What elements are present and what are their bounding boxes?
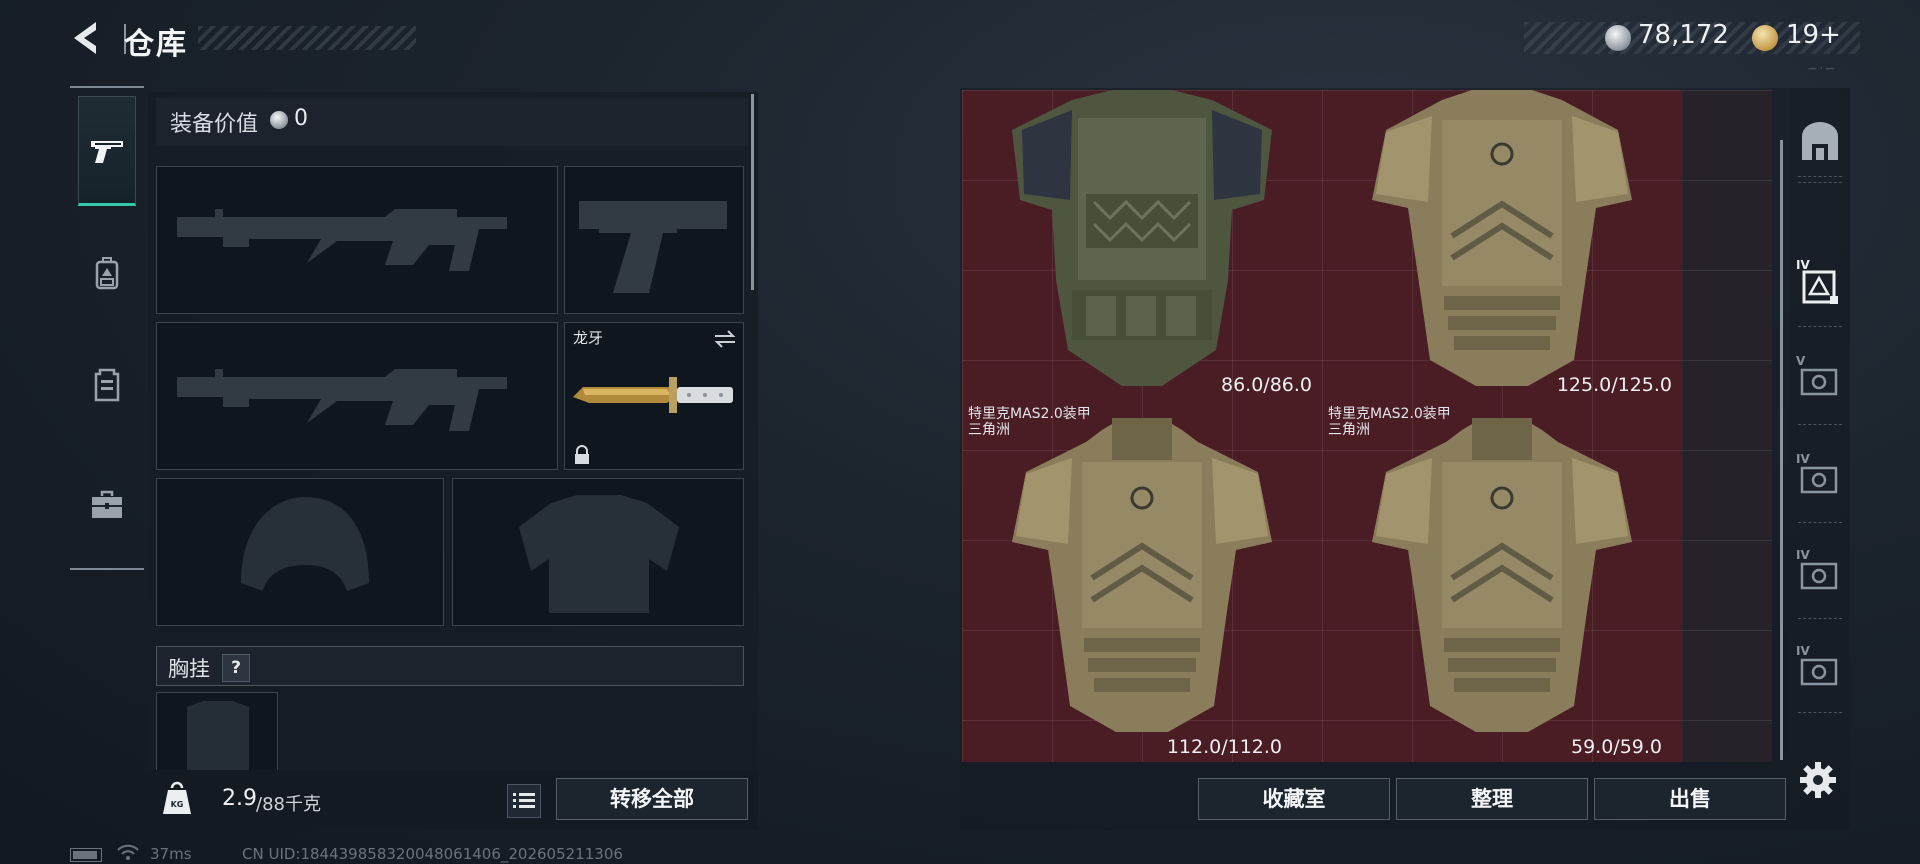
gear-icon <box>1800 762 1836 798</box>
tier-label: IV <box>1796 258 1810 272</box>
stash-item-4[interactable]: 特里克MAS2.0装甲 三角洲 59.0/59.0 <box>1322 402 1682 762</box>
filter-tier-iv-2[interactable]: IV <box>1796 452 1844 504</box>
primary-weapon-slot-2[interactable] <box>156 322 558 470</box>
header-mark: — · — <box>1808 64 1835 74</box>
knife-icon <box>573 377 733 413</box>
list-icon <box>513 793 535 808</box>
equipment-value-label: 装备价值 <box>170 112 259 137</box>
filter-divider <box>1798 618 1842 619</box>
filter-divider <box>1798 326 1842 327</box>
svg-text:KG: KG <box>171 800 184 809</box>
stash-item-1[interactable]: 86.0/86.0 <box>962 90 1322 400</box>
uid-text: CN UID:18443985832004806140​6_2026052113… <box>242 845 623 863</box>
primary-weapon-slot-1[interactable] <box>156 166 558 314</box>
list-view-button[interactable] <box>507 784 541 818</box>
stash-item-2[interactable]: 125.0/125.0 <box>1322 90 1682 400</box>
transfer-all-button[interactable]: 转移全部 <box>556 778 748 820</box>
stash-grid-empty-cells <box>1682 90 1772 762</box>
tab-cases[interactable] <box>78 450 136 560</box>
rifle-silhouette-icon <box>177 209 507 271</box>
swap-icon[interactable] <box>713 329 737 349</box>
stash-scrollbar[interactable] <box>1780 140 1783 760</box>
chest-rig-slot[interactable] <box>156 692 278 772</box>
armor-slot[interactable] <box>452 478 744 626</box>
item-durability: 86.0/86.0 <box>1220 374 1312 396</box>
briefcase-icon <box>92 490 122 518</box>
equipment-scrollbar[interactable] <box>751 94 754 290</box>
filter-tier-iv[interactable]: IV <box>1796 258 1844 310</box>
item-durability: 59.0/59.0 <box>1570 736 1662 758</box>
melee-weapon-name: 龙牙 <box>573 329 604 347</box>
ping-text: 37ms <box>150 845 192 863</box>
filter-divider <box>1798 182 1842 183</box>
green-armor-icon <box>1012 90 1272 386</box>
filter-divider <box>1798 424 1842 425</box>
item-durability: 125.0/125.0 <box>1556 374 1672 396</box>
melee-slot[interactable]: 龙牙 <box>564 322 744 470</box>
tier-label: IV <box>1796 644 1810 658</box>
rifle-silhouette-icon <box>177 369 507 431</box>
filter-all-armor[interactable] <box>1796 118 1844 194</box>
silver-coin-icon <box>270 111 288 129</box>
tier-label: V <box>1796 354 1806 368</box>
filter-divider <box>1798 522 1842 523</box>
backpack-icon <box>95 257 119 290</box>
silver-coin-icon <box>1605 25 1631 51</box>
silver-currency-value: 78,172 <box>1638 20 1729 50</box>
help-icon[interactable]: ? <box>222 654 250 682</box>
pistol-slot[interactable] <box>564 166 744 314</box>
lock-icon <box>575 445 589 464</box>
gold-coin-icon <box>1752 25 1778 51</box>
collection-room-button[interactable]: 收藏室 <box>1198 778 1390 820</box>
stash-item-3[interactable]: 特里克MAS2.0装甲 三角洲 112.0/112.0 <box>962 402 1322 762</box>
sell-button[interactable]: 出售 <box>1594 778 1786 820</box>
battery-icon <box>70 848 102 862</box>
page-title: 仓库 <box>124 27 188 62</box>
helmet-slot[interactable] <box>156 478 444 626</box>
equipment-value: 0 <box>294 106 308 131</box>
tabs-bottom-line <box>70 568 144 570</box>
tier-label: IV <box>1796 452 1810 466</box>
pistol-silhouette-icon <box>579 201 727 293</box>
back-arrow-icon <box>74 22 96 54</box>
organize-button[interactable]: 整理 <box>1396 778 1588 820</box>
tab-backpack[interactable] <box>78 218 136 328</box>
armor-silhouette-icon <box>519 495 679 613</box>
item-durability: 112.0/112.0 <box>1166 736 1282 758</box>
tab-vest[interactable] <box>78 330 136 440</box>
filter-tier-iv-4[interactable]: IV <box>1796 644 1844 696</box>
pistol-icon <box>91 141 123 163</box>
weight-icon: KG <box>163 781 191 814</box>
filter-tier-iv-3[interactable]: IV <box>1796 548 1844 600</box>
tab-weapons[interactable] <box>78 96 136 206</box>
helmet-silhouette-icon <box>241 497 369 591</box>
desert-armor-icon <box>1012 418 1272 732</box>
chest-rig-label: 胸挂 <box>168 657 210 681</box>
settings-button[interactable] <box>1798 760 1838 800</box>
desert-armor-icon <box>1372 418 1632 732</box>
filter-divider <box>1798 176 1842 177</box>
tabs-top-line <box>70 86 144 88</box>
weight-max: /88千克 <box>256 794 321 815</box>
chest-rig-silhouette-icon <box>187 701 249 771</box>
gold-currency-value[interactable]: 19+ <box>1786 20 1841 50</box>
desert-armor-icon <box>1372 90 1632 386</box>
vest-icon <box>94 368 120 402</box>
filter-divider <box>1798 712 1842 713</box>
title-decoration <box>198 26 416 50</box>
back-button[interactable] <box>66 16 110 60</box>
filter-tier-v[interactable]: V <box>1796 354 1844 406</box>
wifi-icon <box>117 844 139 860</box>
weight-current: 2.9 <box>222 786 257 811</box>
tier-label: IV <box>1796 548 1810 562</box>
armor-all-icon <box>1802 122 1838 194</box>
